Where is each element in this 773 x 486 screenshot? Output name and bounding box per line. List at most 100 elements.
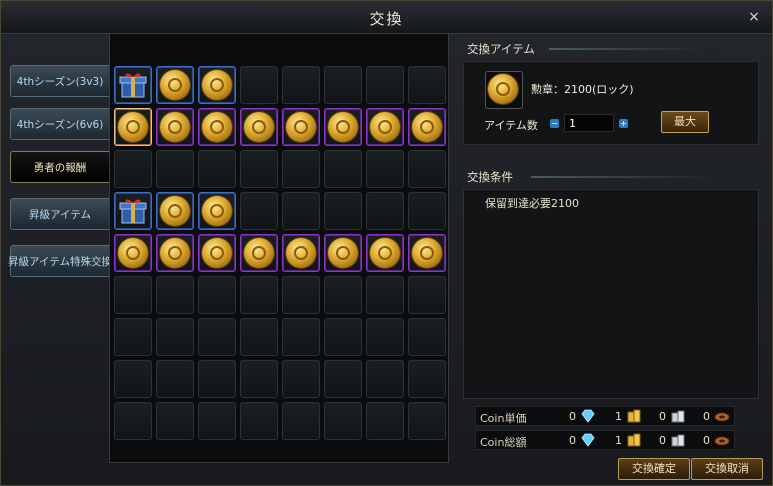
empty-slot[interactable] — [282, 276, 320, 314]
empty-slot[interactable] — [198, 276, 236, 314]
empty-slot[interactable] — [240, 66, 278, 104]
confirm-exchange-button[interactable]: 交換確定 — [618, 458, 690, 480]
medal-icon — [244, 238, 274, 268]
empty-slot[interactable] — [240, 150, 278, 188]
empty-slot[interactable] — [324, 192, 362, 230]
item-slot[interactable] — [156, 234, 194, 272]
empty-slot[interactable] — [240, 318, 278, 356]
item-slot[interactable] — [240, 234, 278, 272]
empty-slot[interactable] — [408, 66, 446, 104]
empty-slot[interactable] — [240, 192, 278, 230]
item-slot[interactable] — [198, 192, 236, 230]
tab-hero-reward[interactable]: 勇者の報酬 — [10, 151, 110, 183]
coin-unit-row: Coin単価 0 1 0 0 — [475, 406, 735, 426]
close-button[interactable]: × — [746, 9, 762, 25]
empty-slot[interactable] — [240, 360, 278, 398]
medal-icon — [370, 112, 400, 142]
max-button[interactable]: 最大 — [661, 111, 709, 133]
empty-slot[interactable] — [198, 150, 236, 188]
tab-label: 昇級アイテム特殊交換 — [8, 255, 112, 268]
window-title: 交換 — [369, 10, 404, 28]
empty-slot[interactable] — [156, 402, 194, 440]
cancel-exchange-button[interactable]: 交換取消 — [691, 458, 763, 480]
empty-slot[interactable] — [240, 402, 278, 440]
empty-slot[interactable] — [408, 276, 446, 314]
item-slot[interactable] — [156, 108, 194, 146]
medal-icon — [286, 238, 316, 268]
item-slot[interactable] — [114, 66, 152, 104]
item-slot[interactable] — [366, 234, 404, 272]
empty-slot[interactable] — [366, 66, 404, 104]
item-slot[interactable] — [282, 108, 320, 146]
item-slot[interactable] — [408, 108, 446, 146]
item-slot[interactable] — [408, 234, 446, 272]
item-slot[interactable] — [198, 108, 236, 146]
item-slot[interactable] — [324, 108, 362, 146]
empty-slot[interactable] — [366, 360, 404, 398]
item-slot[interactable] — [366, 108, 404, 146]
empty-slot[interactable] — [282, 150, 320, 188]
coin-value: 1 — [615, 410, 622, 423]
item-slot[interactable] — [198, 66, 236, 104]
empty-slot[interactable] — [366, 402, 404, 440]
empty-slot[interactable] — [324, 276, 362, 314]
empty-slot[interactable] — [114, 318, 152, 356]
item-slot[interactable] — [240, 108, 278, 146]
empty-slot[interactable] — [114, 402, 152, 440]
empty-slot[interactable] — [324, 360, 362, 398]
item-slot[interactable] — [114, 234, 152, 272]
item-slot[interactable] — [282, 234, 320, 272]
empty-slot[interactable] — [408, 150, 446, 188]
diamond-icon — [580, 409, 596, 423]
coin-unit-label: Coin単価 — [480, 412, 527, 425]
empty-slot[interactable] — [366, 150, 404, 188]
empty-slot[interactable] — [324, 318, 362, 356]
quantity-input[interactable] — [564, 114, 614, 132]
tab-upgrade-item[interactable]: 昇級アイテム — [10, 198, 110, 230]
tab-4th-season-3v3[interactable]: 4thシーズン(3v3) — [10, 65, 110, 97]
empty-slot[interactable] — [156, 150, 194, 188]
decrease-quantity-button[interactable]: − — [550, 119, 559, 128]
empty-slot[interactable] — [198, 360, 236, 398]
item-slot[interactable] — [198, 234, 236, 272]
empty-slot[interactable] — [198, 318, 236, 356]
tab-4th-season-6v6[interactable]: 4thシーズン(6v6) — [10, 108, 110, 140]
empty-slot[interactable] — [408, 318, 446, 356]
empty-slot[interactable] — [114, 150, 152, 188]
empty-slot[interactable] — [324, 402, 362, 440]
increase-quantity-button[interactable]: + — [619, 119, 628, 128]
empty-slot[interactable] — [408, 192, 446, 230]
empty-slot[interactable] — [282, 192, 320, 230]
empty-slot[interactable] — [282, 66, 320, 104]
empty-slot[interactable] — [114, 276, 152, 314]
item-slot[interactable] — [114, 192, 152, 230]
empty-slot[interactable] — [324, 66, 362, 104]
medal-icon — [370, 238, 400, 268]
empty-slot[interactable] — [282, 402, 320, 440]
empty-slot[interactable] — [408, 360, 446, 398]
medal-icon — [488, 74, 518, 104]
tab-upgrade-item-special[interactable]: 昇級アイテム特殊交換 — [8, 245, 112, 277]
empty-slot[interactable] — [282, 318, 320, 356]
item-name: 勲章：2100(ロック) — [531, 83, 634, 96]
quantity-label: アイテム数 — [484, 119, 538, 132]
item-slot[interactable] — [324, 234, 362, 272]
empty-slot[interactable] — [324, 150, 362, 188]
silver-coin-stack-icon — [670, 433, 686, 447]
empty-slot[interactable] — [366, 318, 404, 356]
empty-slot[interactable] — [156, 360, 194, 398]
medal-icon — [485, 71, 523, 109]
empty-slot[interactable] — [156, 276, 194, 314]
empty-slot[interactable] — [156, 318, 194, 356]
empty-slot[interactable] — [282, 360, 320, 398]
item-slot[interactable] — [156, 192, 194, 230]
item-slot[interactable] — [114, 108, 152, 146]
item-slot[interactable] — [156, 66, 194, 104]
empty-slot[interactable] — [366, 276, 404, 314]
empty-slot[interactable] — [198, 402, 236, 440]
empty-slot[interactable] — [114, 360, 152, 398]
empty-slot[interactable] — [366, 192, 404, 230]
empty-slot[interactable] — [240, 276, 278, 314]
gift-box-icon — [118, 196, 148, 226]
empty-slot[interactable] — [408, 402, 446, 440]
